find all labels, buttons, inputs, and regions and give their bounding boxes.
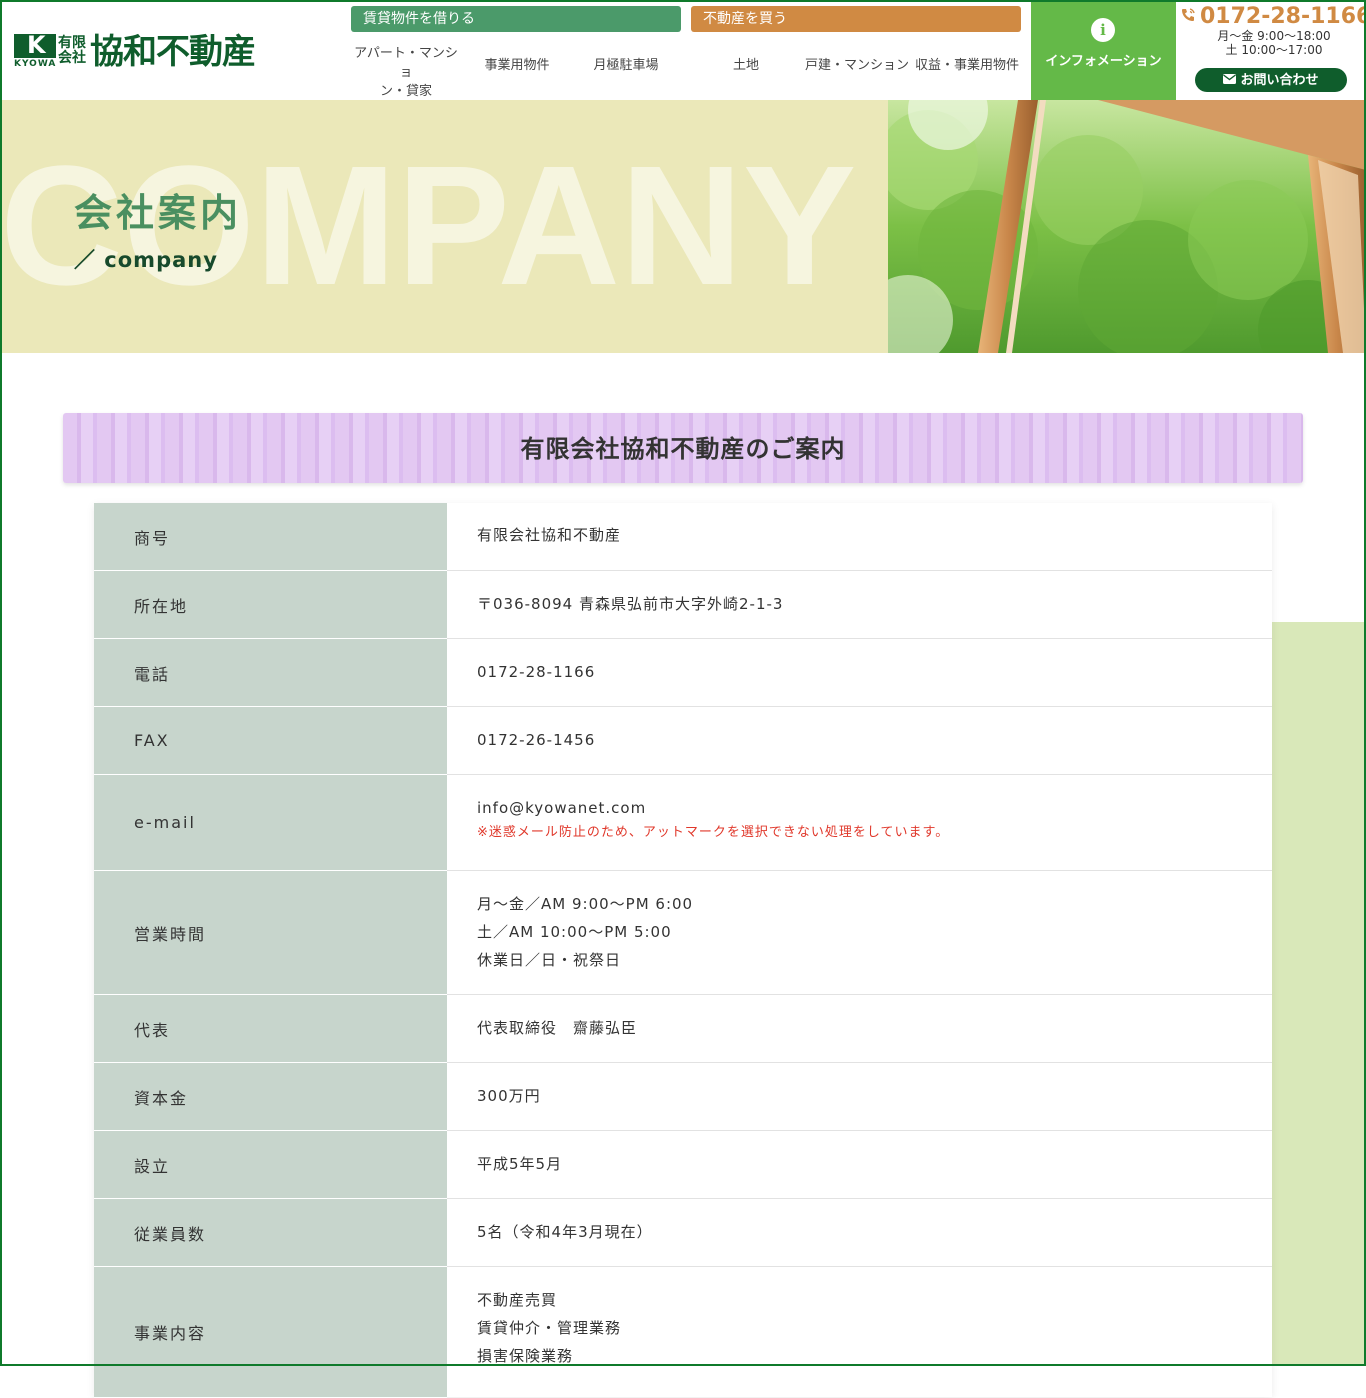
company-logo[interactable]: K KYOWA 有限 会社 協和不動産 [14,32,256,72]
mail-icon [1223,68,1237,92]
logo-k-letter: K [27,31,46,59]
nav-business-property[interactable]: 事業用物件 [472,56,562,75]
row-label: 所在地 [94,571,447,639]
site-header: K KYOWA 有限 会社 協和不動産 賃貸物件を借りる 不動産を買う アパート… [0,0,1366,100]
phone-block: 0172-28-1166 月～金 9:00～18:00 土 10:00～17:0… [1180,4,1366,57]
nav-monthly-parking[interactable]: 月極駐車場 [581,56,671,75]
value-line: 不動産売買 [477,1291,558,1309]
row-value: info@kyowanet.com ※迷惑メール防止のため、アットマークを選択で… [447,775,1272,870]
row-value: 平成5年5月 [447,1131,1272,1198]
row-value: 有限会社協和不動産 [447,503,1272,570]
hero-subtitle: ／ company [74,248,218,272]
nav-apartment[interactable]: アパート・マンショ ン・貸家 [351,44,461,101]
table-row-established: 設立 平成5年5月 [94,1131,1272,1199]
email-value: info@kyowanet.com [477,799,647,817]
nav-land[interactable]: 土地 [716,56,776,75]
nav-income-property-label: 収益・事業用物件 [914,58,1019,73]
phone-number[interactable]: 0172-28-1166 [1180,4,1366,29]
logo-mark: K KYOWA [14,32,56,72]
row-value: 0172-26-1456 [447,707,1272,774]
hours-weekday: 月～金 9:00～18:00 [1217,29,1331,43]
section-title: 有限会社協和不動産のご案内 [63,413,1303,483]
row-label: 事業内容 [94,1267,447,1398]
business-hours: 月～金 9:00～18:00 土 10:00～17:00 [1186,29,1362,57]
logo-company-type: 有限 会社 [58,32,88,66]
table-row-email: e-mail info@kyowanet.com ※迷惑メール防止のため、アット… [94,775,1272,871]
table-row-phone: 電話 0172-28-1166 [94,639,1272,707]
nav-apartment-line1: アパート・マンショ [354,46,458,80]
decorative-green-block [1272,622,1366,1366]
value-line: 代表取締役 齋藤弘臣 [477,1019,638,1037]
table-row-address: 所在地 〒036-8094 青森県弘前市大字外崎2-1-3 [94,571,1272,639]
row-label: 商号 [94,503,447,571]
logo-type-line2: 会社 [58,50,86,66]
table-row-capital: 資本金 300万円 [94,1063,1272,1131]
row-label: 資本金 [94,1063,447,1131]
row-label: 従業員数 [94,1199,447,1267]
hero-title: 会社案内 [74,191,243,235]
nav-monthly-parking-label: 月極駐車場 [593,58,659,73]
row-label: FAX [94,707,447,775]
row-value: 0172-28-1166 [447,639,1272,706]
email-note: ※迷惑メール防止のため、アットマークを選択できない処理をしています。 [477,825,950,840]
table-row-business-hours: 営業時間 月～金／AM 9:00～PM 6:00 土／AM 10:00～PM 5… [94,871,1272,995]
value-line: 平成5年5月 [477,1155,563,1173]
nav-house-mansion[interactable]: 戸建・マンション [804,56,910,75]
value-line: 5名（令和4年3月現在） [477,1223,653,1241]
value-line: 0172-28-1166 [477,663,596,681]
hero-banner: COMPANY 会社案内 ／ company [0,100,1366,353]
value-line: 0172-26-1456 [477,731,596,749]
logo-type-line1: 有限 [58,35,86,51]
table-row-business-content: 事業内容 不動産売買 賃貸仲介・管理業務 損害保険業務 [94,1267,1272,1398]
value-line: 土／AM 10:00～PM 5:00 [477,923,672,941]
row-label: e-mail [94,775,447,871]
logo-sub-text: KYOWA [14,59,57,69]
row-label: 代表 [94,995,447,1063]
row-value: 5名（令和4年3月現在） [447,1199,1272,1266]
value-line: 月～金／AM 9:00～PM 6:00 [477,895,694,913]
contact-button[interactable]: お問い合わせ [1195,68,1347,92]
table-row-fax: FAX 0172-26-1456 [94,707,1272,775]
hours-saturday: 土 10:00～17:00 [1225,43,1323,57]
category-rent[interactable]: 賃貸物件を借りる [351,6,681,32]
nav-land-label: 土地 [732,58,759,73]
hero-forest-photo [888,100,1366,353]
row-label: 営業時間 [94,871,447,995]
nav-business-property-label: 事業用物件 [484,58,550,73]
table-row-representative: 代表 代表取締役 齋藤弘臣 [94,995,1272,1063]
contact-button-label: お問い合わせ [1240,73,1319,88]
logo-company-name: 協和不動産 [90,32,256,72]
row-label: 設立 [94,1131,447,1199]
information-button[interactable]: i インフォメーション [1031,0,1176,100]
row-value: 300万円 [447,1063,1272,1130]
info-icon: i [1091,18,1115,42]
table-row-employees: 従業員数 5名（令和4年3月現在） [94,1199,1272,1267]
value-line: 有限会社協和不動産 [477,526,622,544]
value-line: 休業日／日・祝祭日 [477,951,622,969]
nav-income-property[interactable]: 収益・事業用物件 [912,56,1022,75]
phone-icon [1180,7,1196,27]
category-buy[interactable]: 不動産を買う [691,6,1021,32]
row-value: 代表取締役 齋藤弘臣 [447,995,1272,1062]
nav-apartment-line2: ン・貸家 [379,84,432,99]
row-value: 不動産売買 賃貸仲介・管理業務 損害保険業務 [447,1267,1272,1397]
company-info-table: 商号 有限会社協和不動産 所在地 〒036-8094 青森県弘前市大字外崎2-1… [94,503,1272,1398]
phone-number-text: 0172-28-1166 [1200,4,1366,29]
value-line: 300万円 [477,1087,541,1105]
table-row-trade-name: 商号 有限会社協和不動産 [94,503,1272,571]
value-line: 賃貸仲介・管理業務 [477,1319,622,1337]
value-line: 〒036-8094 青森県弘前市大字外崎2-1-3 [477,595,784,613]
row-value: 月～金／AM 9:00～PM 6:00 土／AM 10:00～PM 5:00 休… [447,871,1272,994]
information-label: インフォメーション [1045,54,1162,69]
nav-house-mansion-label: 戸建・マンション [804,58,909,73]
row-label: 電話 [94,639,447,707]
row-value: 〒036-8094 青森県弘前市大字外崎2-1-3 [447,571,1272,638]
